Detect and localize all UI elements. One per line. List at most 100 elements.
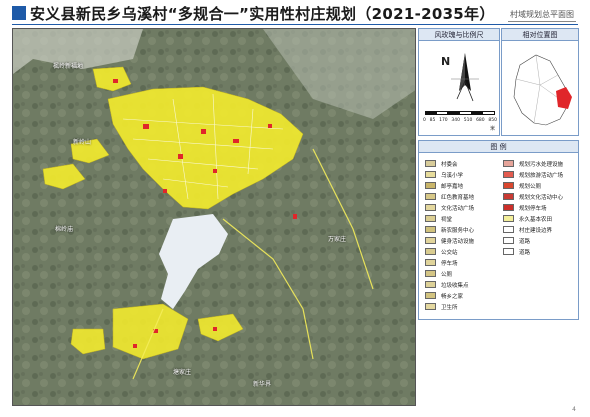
legend-item: 道路 <box>503 236 530 245</box>
legend-label: 卫生所 <box>441 304 458 311</box>
legend-item: 规划停车场 <box>503 203 547 212</box>
legend-panel: 图 例 村委会乌溪小学邮亭嘉地红色教育基地 文化活动广场 祠堂新农服务中心 健身活动设… <box>418 140 579 320</box>
legend-swatch <box>425 259 436 266</box>
map-canvas <box>13 29 415 405</box>
place-label: 新华界 <box>253 381 272 388</box>
locator-highlight <box>556 87 572 109</box>
legend-label: 公厕 <box>441 271 453 278</box>
scale-tick: 340 <box>451 118 460 123</box>
legend-item: 停车场 <box>425 258 458 267</box>
scale-bar <box>425 111 496 115</box>
legend-swatch <box>425 193 436 200</box>
legend-swatch <box>425 270 436 277</box>
legend-label: 规划停车场 <box>519 205 547 212</box>
legend-swatch <box>425 292 436 299</box>
legend-item: 村委会 <box>425 159 458 168</box>
legend-swatch <box>503 193 514 200</box>
scale-tick: 170 <box>439 118 448 123</box>
legend-swatch <box>425 204 436 211</box>
legend-item: 新农服务中心 <box>425 225 474 234</box>
legend-item: 红色教育基地 <box>425 192 474 201</box>
legend-label: 公交站 <box>441 249 458 256</box>
locator-panel: 相对位置图 <box>501 28 579 136</box>
compass-panel-header: 风玫瑰与比例尺 <box>419 29 499 41</box>
legend-item: 规划公厕 <box>503 181 541 190</box>
place-label: 楓岭新福地 <box>53 63 84 70</box>
scale-tick: 680 <box>476 118 485 123</box>
legend-label: 畅乡之家 <box>441 293 464 300</box>
page-header: 安义县新民乡乌溪村“多规合一”实用性村庄规划（2021-2035年） 村域规划总… <box>0 0 590 26</box>
header-rule <box>12 24 578 25</box>
legend-label: 道路 <box>519 249 531 256</box>
place-label: 棉岭庙 <box>55 226 74 233</box>
legend-header: 图 例 <box>419 141 578 153</box>
legend-swatch <box>503 160 514 167</box>
legend-label: 规划公厕 <box>519 183 542 190</box>
legend-label: 停车场 <box>441 260 458 267</box>
legend-swatch <box>503 182 514 189</box>
legend-item: 规划旅游活动广场 <box>503 170 563 179</box>
legend-label: 道路 <box>519 238 531 245</box>
place-label: 新岭山 <box>73 139 92 146</box>
legend-label: 垃圾收集点 <box>441 282 469 289</box>
legend-item: 公交站 <box>425 247 458 256</box>
legend-swatch <box>425 248 436 255</box>
legend-swatch <box>425 303 436 310</box>
legend-item: 垃圾收集点 <box>425 280 469 289</box>
page-number: 4 <box>572 406 576 413</box>
legend-label: 祠堂 <box>441 216 453 223</box>
legend-item: 卫生所 <box>425 302 458 311</box>
legend-label: 红色教育基地 <box>441 194 475 201</box>
title-marker <box>12 6 26 20</box>
planning-map[interactable]: 楓岭新福地 新岭山 棉岭庙 万家庄 塘家庄 新华界 <box>12 28 416 406</box>
legend-swatch <box>425 160 436 167</box>
legend-label: 新农服务中心 <box>441 227 475 234</box>
scale-ticks: 0 85 170 340 510 680 850 <box>423 118 497 123</box>
legend-swatch <box>425 182 436 189</box>
compass-panel: 风玫瑰与比例尺 N 0 85 170 340 510 680 850 米 <box>418 28 500 136</box>
legend-label: 规划文化活动中心 <box>519 194 564 201</box>
locator-panel-header: 相对位置图 <box>502 29 578 41</box>
legend-item: 邮亭嘉地 <box>425 181 463 190</box>
legend-swatch <box>503 215 514 222</box>
legend-item: 村庄建设边界 <box>503 225 552 234</box>
page-subtitle: 村域规划总平面图 <box>508 9 576 22</box>
legend-label: 健身活动设施 <box>441 238 475 245</box>
legend-item: 永久基本农田 <box>503 214 552 223</box>
legend-label: 永久基本农田 <box>519 216 553 223</box>
legend-swatch <box>503 226 514 233</box>
legend-swatch <box>425 215 436 222</box>
legend-label: 村庄建设边界 <box>519 227 553 234</box>
legend-item: 乌溪小学 <box>425 170 463 179</box>
legend-label: 规划污水处理设施 <box>519 161 564 168</box>
legend-item: 公厕 <box>425 269 452 278</box>
place-label: 万家庄 <box>328 236 347 243</box>
scale-tick: 850 <box>488 118 497 123</box>
legend-item: 健身活动设施 <box>425 236 474 245</box>
scale-unit: 米 <box>489 126 495 132</box>
legend-item: 文化活动广场 <box>425 203 474 212</box>
legend-swatch <box>503 237 514 244</box>
scale-tick: 0 <box>423 118 426 123</box>
locator-map <box>513 54 572 126</box>
legend-label: 村委会 <box>441 161 458 168</box>
legend-label: 邮亭嘉地 <box>441 183 464 190</box>
scale-tick: 510 <box>463 118 473 123</box>
legend-swatch <box>503 248 514 255</box>
legend-label: 文化活动广场 <box>441 205 475 212</box>
page-title: 安义县新民乡乌溪村“多规合一”实用性村庄规划（2021-2035年） <box>30 5 495 23</box>
legend-item: 道路 <box>503 247 530 256</box>
legend-swatch <box>425 281 436 288</box>
legend-swatch <box>503 171 514 178</box>
place-label: 塘家庄 <box>173 369 192 376</box>
legend-item: 祠堂 <box>425 214 452 223</box>
wind-rose-icon <box>451 53 479 102</box>
legend-item: 规划文化活动中心 <box>503 192 563 201</box>
legend-item: 规划污水处理设施 <box>503 159 563 168</box>
legend-item: 畅乡之家 <box>425 291 463 300</box>
legend-swatch <box>503 204 514 211</box>
legend-swatch <box>425 237 436 244</box>
legend-swatch <box>425 171 436 178</box>
legend-label: 规划旅游活动广场 <box>519 172 564 179</box>
legend-swatch <box>425 226 436 233</box>
